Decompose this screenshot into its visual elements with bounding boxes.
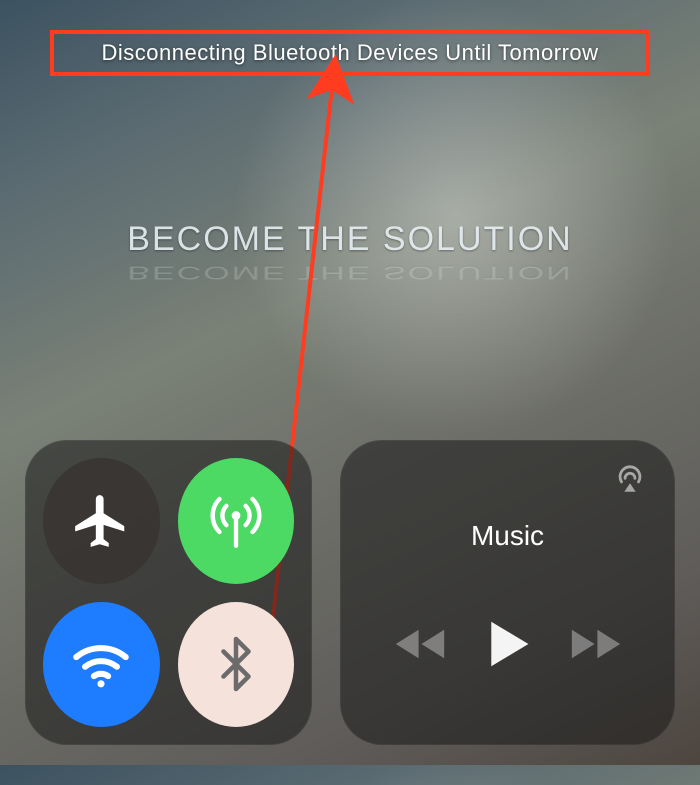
cellular-data-button[interactable] — [178, 458, 295, 584]
previous-track-icon — [393, 651, 447, 668]
next-track-icon — [569, 651, 623, 668]
airplane-icon — [70, 490, 132, 552]
cellular-antenna-icon — [203, 488, 269, 554]
play-icon — [484, 657, 532, 674]
connectivity-tile[interactable] — [25, 440, 312, 745]
watermark-text: BECOME THE SOLUTION BECOME THE SOLUTION — [10, 220, 690, 292]
play-button[interactable] — [484, 618, 532, 675]
previous-track-button[interactable] — [393, 624, 447, 669]
airplane-mode-button[interactable] — [43, 458, 160, 584]
wifi-icon — [68, 631, 134, 697]
bluetooth-button[interactable] — [178, 602, 295, 728]
status-toast: Disconnecting Bluetooth Devices Until To… — [50, 30, 650, 76]
status-toast-text: Disconnecting Bluetooth Devices Until To… — [101, 40, 598, 65]
airplay-icon[interactable] — [613, 462, 647, 501]
bluetooth-icon — [206, 634, 266, 694]
music-tile[interactable]: Music — [340, 440, 675, 745]
wifi-button[interactable] — [43, 602, 160, 728]
music-title: Music — [364, 520, 651, 552]
next-track-button[interactable] — [569, 624, 623, 669]
